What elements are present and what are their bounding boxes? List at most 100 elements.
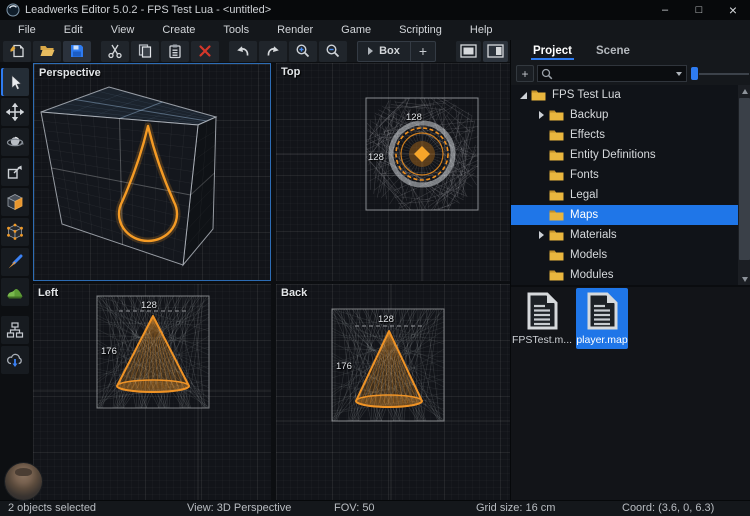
close-button[interactable]: × (716, 0, 750, 20)
tree-item-legal[interactable]: Legal (511, 185, 738, 205)
menu-item-game[interactable]: Game (327, 20, 385, 40)
folder-icon (549, 229, 564, 241)
viewport-top[interactable]: Top 128 128 (276, 63, 510, 281)
layout-toggle-sidebar[interactable] (483, 41, 508, 62)
slider-handle[interactable] (691, 67, 698, 80)
search-dropdown-button[interactable] (672, 66, 686, 81)
dimension-label: 128 (141, 300, 157, 311)
scroll-down-icon (742, 277, 748, 282)
tree-item-fps-test-lua[interactable]: FPS Test Lua (511, 85, 738, 105)
cloud-sync-button[interactable] (1, 346, 29, 374)
tab-project[interactable]: Project (531, 43, 574, 60)
new-file-button[interactable] (3, 41, 31, 62)
window-title: Leadwerks Editor 5.0.2 - FPS Test Lua - … (25, 4, 271, 16)
status-fov: FOV: 50 (334, 501, 375, 516)
minimize-button[interactable]: – (648, 0, 682, 20)
user-avatar[interactable] (5, 463, 42, 500)
menu-item-edit[interactable]: Edit (50, 20, 97, 40)
tree-item-modules[interactable]: Modules (511, 265, 738, 285)
collapse-arrow-icon[interactable] (535, 231, 547, 239)
undo-button[interactable] (229, 41, 257, 62)
copy-button[interactable] (131, 41, 159, 62)
statusbar: 2 objects selected View: 3D Perspective … (0, 500, 750, 516)
zoom-out-button[interactable] (319, 41, 347, 62)
file-item-fpstest-m[interactable]: FPSTest.m... (516, 288, 568, 349)
maximize-button[interactable]: □ (682, 0, 716, 20)
rotate-tool-button[interactable] (1, 128, 29, 156)
vertex-tool-button[interactable] (1, 218, 29, 246)
cut-button[interactable] (101, 41, 129, 62)
menu-item-file[interactable]: File (4, 20, 50, 40)
scroll-up-button[interactable] (738, 85, 750, 97)
tree-item-label: Effects (570, 129, 605, 141)
zoom-in-icon (295, 43, 311, 59)
viewport-back[interactable]: Back 128 176 (276, 284, 510, 500)
delete-button[interactable] (191, 41, 219, 62)
menu-item-create[interactable]: Create (148, 20, 209, 40)
viewport-label: Top (281, 66, 300, 78)
layout-toggle-main[interactable] (456, 41, 481, 62)
menu-item-view[interactable]: View (97, 20, 149, 40)
tree-item-materials[interactable]: Materials (511, 225, 738, 245)
menu-item-tools[interactable]: Tools (209, 20, 263, 40)
select-tool-button[interactable] (1, 68, 29, 96)
primitive-dropdown[interactable]: Box + (357, 41, 436, 62)
search-input[interactable] (553, 68, 672, 80)
tree-item-fonts[interactable]: Fonts (511, 165, 738, 185)
tree-item-models[interactable]: Models (511, 245, 738, 265)
tree-item-maps[interactable]: Maps (511, 205, 738, 225)
scrollbar-thumb[interactable] (739, 98, 750, 260)
zoom-in-button[interactable] (289, 41, 317, 62)
viewport-area: Perspective Top 128 128 Left 128 176 Bac… (30, 62, 510, 500)
add-asset-button[interactable]: + (516, 65, 534, 82)
tree-item-label: FPS Test Lua (552, 89, 621, 101)
tab-scene[interactable]: Scene (594, 43, 632, 60)
face-edit-tool-button[interactable] (1, 158, 29, 186)
tree-item-label: Fonts (570, 169, 599, 181)
toolbar: Box + (0, 40, 510, 62)
panel-tabs: Project Scene (511, 40, 750, 62)
add-primitive-button[interactable]: + (411, 43, 435, 59)
map-file-icon (525, 291, 559, 331)
save-button[interactable] (63, 41, 91, 62)
menu-item-help[interactable]: Help (456, 20, 507, 40)
collapse-arrow-icon[interactable] (535, 111, 547, 119)
status-grid-size: Grid size: 16 cm (476, 501, 555, 516)
folder-icon (549, 189, 564, 201)
terrain-icon (6, 283, 24, 301)
titlebar: Leadwerks Editor 5.0.2 - FPS Test Lua - … (0, 0, 750, 20)
expand-arrow-icon[interactable] (517, 92, 529, 99)
menubar: FileEditViewCreateToolsRenderGameScripti… (0, 20, 750, 40)
hierarchy-tool-button[interactable] (1, 316, 29, 344)
dimension-label: 128 (406, 112, 422, 123)
paint-tool-button[interactable] (1, 248, 29, 276)
move-tool-button[interactable] (1, 98, 29, 126)
dimension-label: 128 (378, 314, 394, 325)
paste-button[interactable] (161, 41, 189, 62)
redo-button[interactable] (259, 41, 287, 62)
terrain-tool-button[interactable] (1, 278, 29, 306)
tree-item-label: Maps (570, 209, 598, 221)
save-icon (69, 43, 85, 59)
open-folder-icon (39, 43, 55, 59)
tree-item-backup[interactable]: Backup (511, 105, 738, 125)
search-box[interactable] (537, 65, 687, 82)
menu-item-render[interactable]: Render (263, 20, 327, 40)
viewport-left[interactable]: Left 128 176 (33, 284, 271, 500)
open-button[interactable] (33, 41, 61, 62)
viewport-perspective[interactable]: Perspective (33, 63, 271, 281)
tree-item-effects[interactable]: Effects (511, 125, 738, 145)
file-item-player-map[interactable]: player.map (576, 288, 628, 349)
tree-scrollbar[interactable] (738, 85, 750, 285)
viewport-label: Back (281, 287, 307, 299)
window-controls: – □ × (648, 0, 750, 20)
primitive-dropdown-label: Box (379, 45, 400, 57)
undo-icon (235, 43, 251, 59)
thumbnail-size-slider[interactable] (691, 65, 750, 82)
solid-tool-button[interactable] (1, 188, 29, 216)
scroll-down-button[interactable] (738, 273, 750, 285)
menu-item-scripting[interactable]: Scripting (385, 20, 456, 40)
dimension-label: 176 (101, 346, 117, 357)
layout-full-icon (460, 44, 477, 58)
tree-item-entity-definitions[interactable]: Entity Definitions (511, 145, 738, 165)
